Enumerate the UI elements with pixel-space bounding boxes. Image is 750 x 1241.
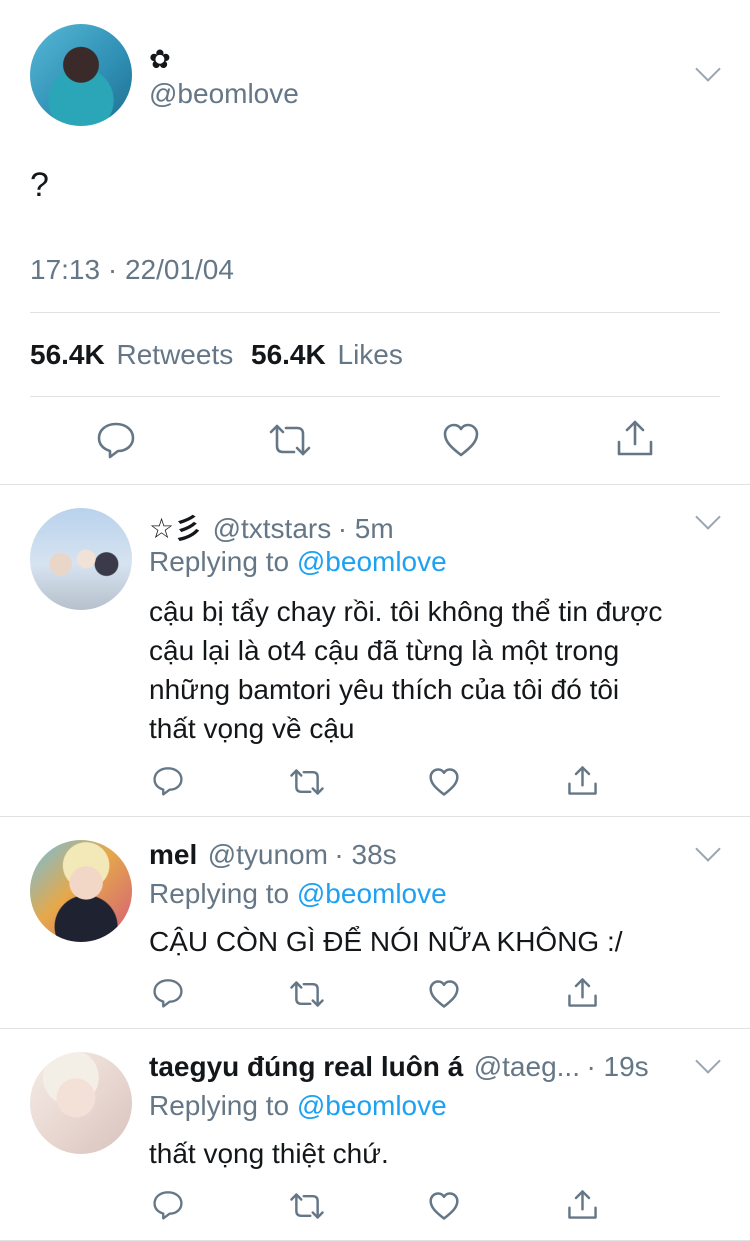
heart-icon[interactable]: [428, 1191, 460, 1221]
heart-icon[interactable]: [428, 767, 460, 797]
share-icon[interactable]: [567, 976, 598, 1009]
heart-icon[interactable]: [442, 422, 480, 458]
chevron-down-icon[interactable]: [695, 56, 721, 82]
reply-text: CẬU CÒN GÌ ĐỂ NÓI NỮA KHÔNG :/: [149, 922, 623, 961]
divider: [0, 484, 750, 485]
reply-icon[interactable]: [152, 1190, 184, 1220]
divider: [30, 396, 720, 397]
divider: [30, 312, 720, 313]
reply-text-line: những bamtori yêu thích của tôi đó tôi: [149, 674, 620, 705]
reply-text: cậu bị tẩy chay rồi. tôi không thể tin đ…: [149, 592, 662, 748]
divider: [0, 1028, 750, 1029]
retweet-label[interactable]: Retweets: [117, 339, 234, 370]
share-icon[interactable]: [616, 418, 654, 458]
tweet-stats: 56.4K Retweets 56.4K Likes: [30, 339, 403, 371]
reply-time[interactable]: · 19s: [586, 1051, 648, 1082]
replying-to: Replying to @beomlove: [149, 878, 447, 910]
replying-to-label: Replying to: [149, 878, 290, 909]
user-handle[interactable]: @txtstars: [213, 513, 332, 544]
mention-link[interactable]: @beomlove: [297, 546, 447, 577]
retweet-icon[interactable]: [289, 1191, 325, 1221]
share-icon[interactable]: [567, 1188, 598, 1221]
replying-to-label: Replying to: [149, 1090, 290, 1121]
reply-text-line: thất vọng về cậu: [149, 713, 355, 744]
display-name[interactable]: ☆彡: [149, 513, 202, 544]
retweet-icon[interactable]: [289, 979, 325, 1009]
reply-text-line: cậu lại là ot4 cậu đã từng là một trong: [149, 635, 620, 666]
reply-time[interactable]: · 38s: [334, 839, 396, 870]
reply-header: taegyu đúng real luôn á @taeg... · 19s: [149, 1051, 649, 1083]
mention-link[interactable]: @beomlove: [297, 1090, 447, 1121]
like-label[interactable]: Likes: [338, 339, 403, 370]
reply-icon[interactable]: [152, 766, 184, 796]
retweet-icon[interactable]: [268, 422, 312, 458]
tweet-text: ?: [30, 166, 49, 204]
replying-to-label: Replying to: [149, 546, 290, 577]
like-count[interactable]: 56.4K: [251, 339, 326, 370]
reply-text-line: thất vọng thiệt chứ.: [149, 1138, 389, 1169]
reply-text-line: CẬU CÒN GÌ ĐỂ NÓI NỮA KHÔNG :/: [149, 926, 623, 957]
reply-text-line: cậu bị tẩy chay rồi. tôi không thể tin đ…: [149, 596, 663, 627]
share-icon[interactable]: [567, 764, 598, 797]
display-name[interactable]: ✿: [149, 44, 171, 75]
chevron-down-icon[interactable]: [695, 504, 721, 530]
chevron-down-icon[interactable]: [695, 836, 721, 862]
retweet-icon[interactable]: [289, 767, 325, 797]
heart-icon[interactable]: [428, 979, 460, 1009]
user-handle[interactable]: @tyunom: [208, 839, 328, 870]
user-handle[interactable]: @beomlove: [149, 78, 299, 110]
reply-time[interactable]: · 5m: [338, 513, 394, 544]
replying-to: Replying to @beomlove: [149, 1090, 447, 1122]
user-handle[interactable]: @taeg...: [474, 1051, 580, 1082]
mention-link[interactable]: @beomlove: [297, 878, 447, 909]
tweet-timestamp: 17:13 · 22/01/04: [30, 254, 234, 285]
reply-icon[interactable]: [152, 978, 184, 1008]
reply-header: mel @tyunom · 38s: [149, 839, 397, 871]
avatar[interactable]: [30, 508, 132, 610]
divider: [0, 816, 750, 817]
display-name[interactable]: taegyu đúng real luôn á: [149, 1051, 463, 1082]
retweet-count[interactable]: 56.4K: [30, 339, 105, 370]
display-name[interactable]: mel: [149, 839, 197, 870]
reply-icon[interactable]: [96, 421, 136, 459]
reply-header: ☆彡 @txtstars · 5m: [149, 507, 394, 547]
avatar[interactable]: [30, 24, 132, 126]
reply-text: thất vọng thiệt chứ.: [149, 1134, 389, 1173]
replying-to: Replying to @beomlove: [149, 546, 447, 578]
chevron-down-icon[interactable]: [695, 1048, 721, 1074]
avatar[interactable]: [30, 1052, 132, 1154]
avatar[interactable]: [30, 840, 132, 942]
